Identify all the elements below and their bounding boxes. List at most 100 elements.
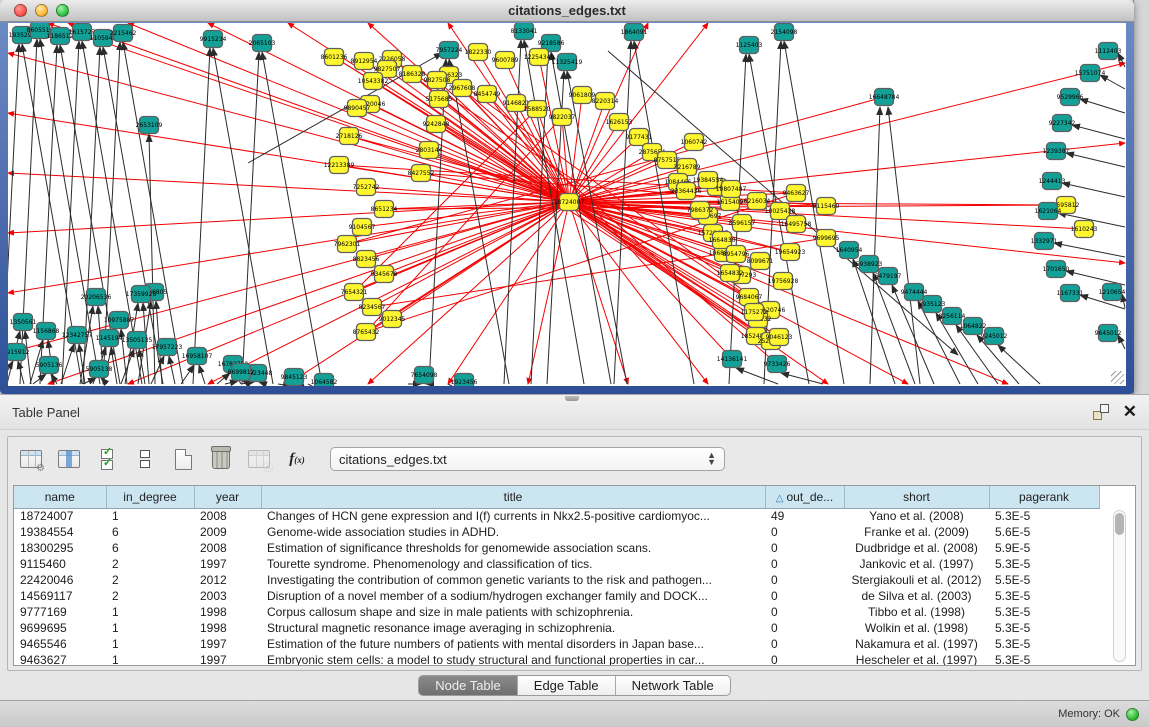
cell[interactable]: 5.9E-5	[989, 540, 1099, 556]
cell[interactable]: Structural magnetic resonance image aver…	[261, 620, 765, 636]
graph-node[interactable]: 8596157	[729, 215, 756, 232]
graph-node[interactable]: 1175272	[741, 304, 768, 321]
cell[interactable]: Corpus callosum shape and size in male p…	[261, 604, 765, 620]
graph-node[interactable]: 1923456	[451, 374, 478, 387]
cell[interactable]: 1	[106, 636, 194, 652]
zoom-window-icon[interactable]	[56, 4, 69, 17]
graph-node[interactable]: 9529966	[1057, 89, 1084, 106]
column-header-title[interactable]: title	[261, 486, 765, 508]
graph-edge[interactable]	[33, 374, 46, 384]
citation-graph[interactable]: 1872400719352908605515118651216157271105…	[8, 23, 1126, 386]
cell[interactable]: 5.3E-5	[989, 636, 1099, 652]
graph-node[interactable]: 1640954	[836, 242, 863, 259]
cell[interactable]: Dudbridge et al. (2008)	[844, 540, 989, 556]
graph-node[interactable]: 1621064	[1035, 203, 1062, 220]
cell[interactable]: 5.3E-5	[989, 620, 1099, 636]
graph-node[interactable]: 8186328	[399, 66, 426, 83]
cell[interactable]: 49	[765, 508, 844, 524]
graph-node[interactable]: 8220314	[592, 93, 619, 110]
node-table[interactable]: namein_degreeyeartitle△out_de...shortpag…	[13, 485, 1136, 666]
table-row[interactable]: 1456911722003Disruption of a novel membe…	[14, 588, 1099, 604]
table-selector[interactable]: citations_edges.txt ▲▼	[330, 447, 725, 471]
cell[interactable]: 0	[765, 524, 844, 540]
graph-edge[interactable]	[1066, 153, 1125, 167]
graph-edge[interactable]	[68, 23, 569, 202]
graph-node[interactable]: 14136141	[717, 351, 748, 368]
graph-edge[interactable]	[199, 365, 205, 384]
tab-edge-table[interactable]: Edge Table	[518, 676, 616, 695]
cell[interactable]: 22420046	[14, 572, 106, 588]
graph-edge[interactable]	[1072, 125, 1125, 139]
table-row[interactable]: 969969511998Structural magnetic resonanc…	[14, 620, 1099, 636]
graph-node[interactable]: 9733426	[764, 356, 791, 373]
panel-boxes-icon[interactable]	[132, 446, 158, 472]
graph-node[interactable]: 7654098	[411, 367, 438, 384]
panel-resize-grip[interactable]	[565, 396, 579, 401]
graph-node[interactable]: 8099671	[747, 253, 774, 270]
graph-node[interactable]: 1239387	[1043, 143, 1070, 160]
network-window[interactable]: citations_edges.txt 18724007193529086055…	[0, 0, 1134, 394]
graph-edge[interactable]	[181, 365, 194, 384]
new-file-icon[interactable]	[170, 446, 196, 472]
graph-node[interactable]: 19756928	[768, 273, 799, 290]
cell[interactable]: de Silva et al. (2003)	[844, 588, 989, 604]
scrollbar-thumb[interactable]	[1115, 513, 1124, 535]
graph-edge[interactable]	[569, 202, 708, 384]
cell[interactable]: 0	[765, 588, 844, 604]
graph-node[interactable]: 2935123	[919, 296, 946, 313]
tab-node-table[interactable]: Node Table	[419, 676, 518, 695]
cell[interactable]: Stergiakouli et al. (2012)	[844, 572, 989, 588]
graph-node[interactable]: 13505135	[122, 332, 153, 349]
graph-edge[interactable]	[225, 381, 238, 384]
graph-node[interactable]: 19654923	[775, 244, 806, 261]
cell[interactable]: 9699695	[14, 620, 106, 636]
column-header-name[interactable]: name	[14, 486, 106, 508]
cell[interactable]: 2008	[194, 540, 261, 556]
cell[interactable]: Tibbo et al. (1998)	[844, 604, 989, 620]
graph-node[interactable]: 9115460	[813, 198, 840, 215]
graph-node[interactable]: 1156868	[33, 323, 60, 340]
graph-edge[interactable]	[781, 373, 823, 384]
cell[interactable]: 1998	[194, 604, 261, 620]
cell[interactable]: 2	[106, 556, 194, 572]
graph-edge[interactable]	[259, 382, 265, 384]
cell[interactable]: 6	[106, 540, 194, 556]
cell[interactable]: 1	[106, 652, 194, 666]
graph-edge[interactable]	[1062, 183, 1125, 197]
graph-node[interactable]: 15751074	[1075, 65, 1106, 82]
graph-node[interactable]: 1244413	[1039, 173, 1066, 190]
column-header-year[interactable]: year	[194, 486, 261, 508]
table-row[interactable]: 911546021997Tourette syndrome. Phenomeno…	[14, 556, 1099, 572]
graph-node[interactable]: 1064822	[960, 318, 987, 335]
graph-node[interactable]: 8601236	[321, 49, 348, 66]
row-select-icon[interactable]	[94, 446, 120, 472]
graph-node[interactable]: 1610243	[1071, 221, 1098, 238]
cell[interactable]: 1997	[194, 652, 261, 666]
graph-edge[interactable]	[208, 202, 569, 384]
graph-node[interactable]: 9699695	[813, 230, 840, 247]
graph-node[interactable]: 9012345	[379, 311, 406, 328]
graph-node[interactable]: 8823456	[353, 251, 380, 268]
cell[interactable]: Franke et al. (2009)	[844, 524, 989, 540]
graph-node[interactable]: 8699812	[228, 364, 255, 381]
cell[interactable]: 1	[106, 620, 194, 636]
cell[interactable]: 0	[765, 636, 844, 652]
close-panel-icon[interactable]: ✕	[1123, 404, 1137, 420]
column-header-short[interactable]: short	[844, 486, 989, 508]
graph-node[interactable]: 9827508	[424, 72, 451, 89]
graph-edge[interactable]	[1122, 294, 1125, 308]
cell[interactable]: Wolkin et al. (1998)	[844, 620, 989, 636]
graph-node[interactable]: 1864091	[621, 24, 648, 41]
graph-node[interactable]: 9845123	[281, 369, 308, 386]
graph-node[interactable]: 9822037	[549, 109, 576, 126]
graph-edge[interactable]	[1100, 75, 1125, 89]
graph-node[interactable]: 9245012	[981, 328, 1008, 345]
network-canvas[interactable]: 1872400719352908605515118651216157271105…	[8, 23, 1126, 386]
graph-node[interactable]: 1167331	[1057, 285, 1084, 302]
column-header-out_de[interactable]: △out_de...	[765, 486, 844, 508]
cell[interactable]: Yano et al. (2008)	[844, 508, 989, 524]
cell[interactable]: 9463627	[14, 652, 106, 666]
graph-node[interactable]: 1588520	[524, 101, 551, 118]
table-row[interactable]: 1938455462009Genome-wide association stu…	[14, 524, 1099, 540]
delete-icon[interactable]	[208, 446, 234, 472]
